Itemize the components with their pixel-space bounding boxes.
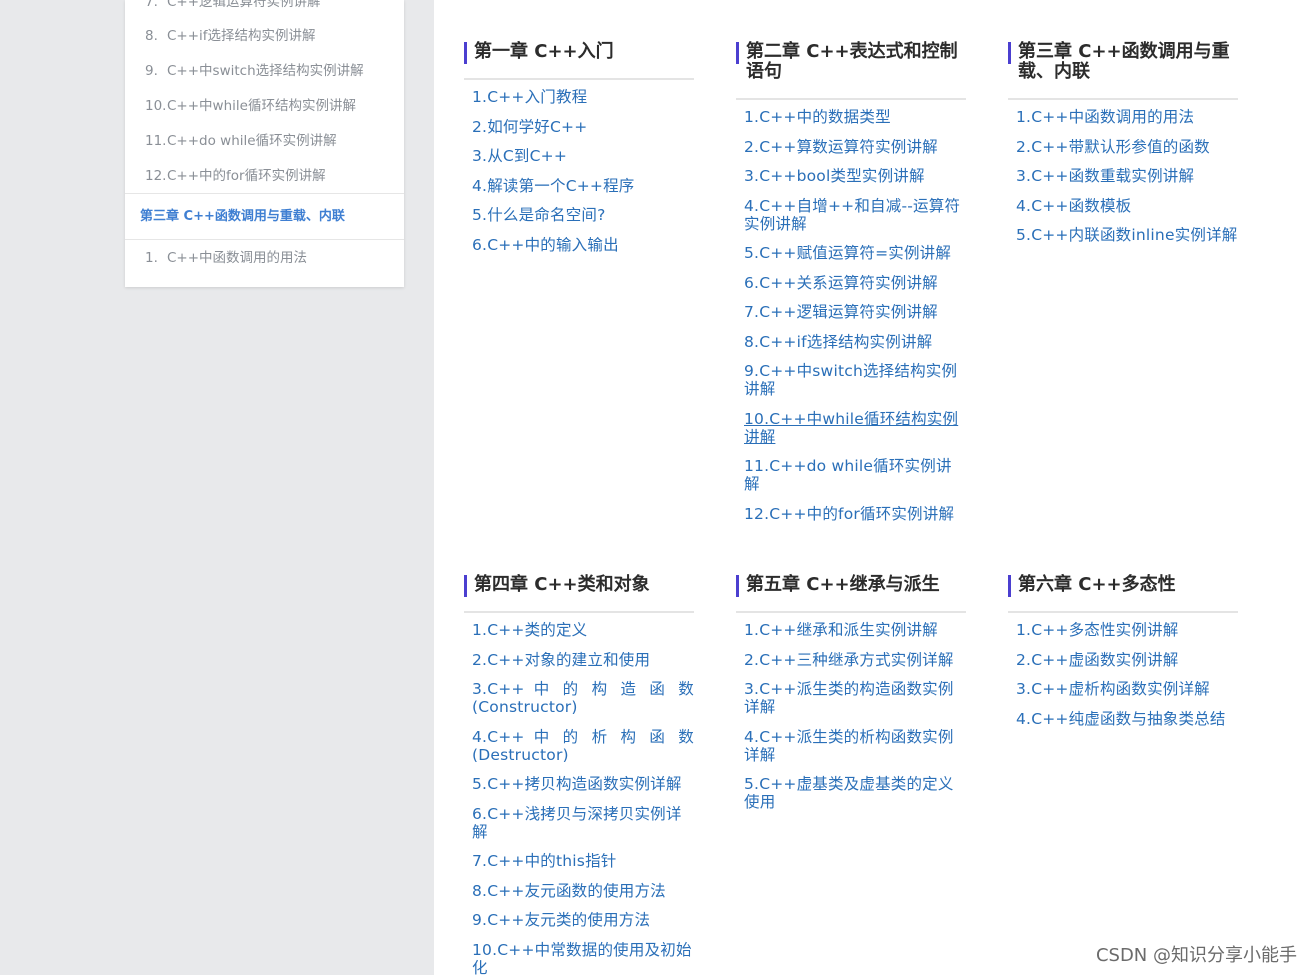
sidebar-toc: 7. C++逻辑运算符实例讲解 8. C++if选择结构实例讲解 9. C++中swi… xyxy=(125,0,404,287)
sidebar-item[interactable]: 1. C++中函数调用的用法 xyxy=(145,249,307,267)
chapter-link[interactable]: 12.C++中的for循环实例讲解 xyxy=(744,505,966,523)
sidebar-divider xyxy=(125,193,404,194)
chapter-card: 第三章 C++函数调用与重载、内联 1.C++中函数调用的用法 2.C++带默认… xyxy=(1008,42,1238,256)
chapter-link-list: 1.C++中的数据类型 2.C++算数运算符实例讲解 3.C++bool类型实例… xyxy=(736,100,966,523)
chapter-link[interactable]: 5.C++拷贝构造函数实例详解 xyxy=(472,775,694,793)
chapter-title: 第三章 C++函数调用与重载、内联 xyxy=(1008,42,1238,82)
chapter-link[interactable]: 3.C++函数重载实例讲解 xyxy=(1016,167,1238,185)
chapter-link[interactable]: 6.C++浅拷贝与深拷贝实例详解 xyxy=(472,805,694,841)
chapter-link[interactable]: 8.C++if选择结构实例讲解 xyxy=(744,333,966,351)
chapter-title: 第六章 C++多态性 xyxy=(1008,575,1238,597)
chapter-title: 第五章 C++继承与派生 xyxy=(736,575,966,597)
sidebar-item[interactable]: 11.C++do while循环实例讲解 xyxy=(145,132,337,150)
csdn-watermark: CSDN @知识分享小能手 xyxy=(1095,945,1297,966)
chapter-link[interactable]: 3.C++ 中 的 构 造 函 数 (Constructor) xyxy=(472,680,694,716)
chapter-link[interactable]: 5.C++内联函数inline实例详解 xyxy=(1016,226,1238,244)
chapter-link[interactable]: 2.C++三种继承方式实例详解 xyxy=(744,651,966,669)
chapter-card: 第六章 C++多态性 1.C++多态性实例讲解 2.C++虚函数实例讲解 3.C… xyxy=(1008,575,1238,739)
sidebar-item[interactable]: 8. C++if选择结构实例讲解 xyxy=(145,27,316,45)
chapter-link[interactable]: 4.解读第一个C++程序 xyxy=(472,177,694,195)
chapter-link[interactable]: 8.C++友元函数的使用方法 xyxy=(472,882,694,900)
chapter-link[interactable]: 3.从C到C++ xyxy=(472,147,694,165)
sidebar-item[interactable]: 12.C++中的for循环实例讲解 xyxy=(145,167,326,185)
sidebar-item[interactable]: 7. C++逻辑运算符实例讲解 xyxy=(145,0,321,11)
chapter-link[interactable]: 3.C++bool类型实例讲解 xyxy=(744,167,966,185)
chapter-link-list: 1.C++中函数调用的用法 2.C++带默认形参值的函数 3.C++函数重载实例… xyxy=(1008,100,1238,244)
chapter-link-list: 1.C++继承和派生实例讲解 2.C++三种继承方式实例详解 3.C++派生类的… xyxy=(736,613,966,811)
chapter-link[interactable]: 11.C++do while循环实例讲解 xyxy=(744,457,966,493)
chapter-link[interactable]: 5.什么是命名空间? xyxy=(472,206,694,224)
chapter-link[interactable]: 9.C++中switch选择结构实例讲解 xyxy=(744,362,966,398)
chapter-link-list: 1.C++多态性实例讲解 2.C++虚函数实例讲解 3.C++虚析构函数实例详解… xyxy=(1008,613,1238,728)
chapter-link[interactable]: 4.C++纯虚函数与抽象类总结 xyxy=(1016,710,1238,728)
chapter-card: 第二章 C++表达式和控制语句 1.C++中的数据类型 2.C++算数运算符实例… xyxy=(736,42,966,534)
chapter-link[interactable]: 7.C++中的this指针 xyxy=(472,852,694,870)
chapter-link[interactable]: 1.C++类的定义 xyxy=(472,621,694,639)
chapter-link[interactable]: 2.C++带默认形参值的函数 xyxy=(1016,138,1238,156)
sidebar-divider xyxy=(125,239,404,240)
chapter-card: 第四章 C++类和对象 1.C++类的定义 2.C++对象的建立和使用 3.C+… xyxy=(464,575,694,975)
chapter-card: 第五章 C++继承与派生 1.C++继承和派生实例讲解 2.C++三种继承方式实… xyxy=(736,575,966,823)
chapter-link[interactable]: 4.C++ 中 的 析 构 函 数 (Destructor) xyxy=(472,728,694,764)
chapter-link[interactable]: 9.C++友元类的使用方法 xyxy=(472,911,694,929)
chapter-link[interactable]: 5.C++虚基类及虚基类的定义使用 xyxy=(744,775,966,811)
chapter-link[interactable]: 5.C++赋值运算符=实例讲解 xyxy=(744,244,966,262)
chapter-link[interactable]: 6.C++关系运算符实例讲解 xyxy=(744,274,966,292)
chapter-link[interactable]: 10.C++中while循环结构实例讲解 xyxy=(744,410,966,446)
chapter-link[interactable]: 10.C++中常数据的使用及初始化 xyxy=(472,941,694,975)
chapter-link[interactable]: 7.C++逻辑运算符实例讲解 xyxy=(744,303,966,321)
chapter-card: 第一章 C++入门 1.C++入门教程 2.如何学好C++ 3.从C到C++ 4… xyxy=(464,42,694,265)
chapter-link[interactable]: 2.C++虚函数实例讲解 xyxy=(1016,651,1238,669)
chapter-link[interactable]: 1.C++中的数据类型 xyxy=(744,108,966,126)
chapter-link[interactable]: 2.C++对象的建立和使用 xyxy=(472,651,694,669)
chapter-grid: 第一章 C++入门 1.C++入门教程 2.如何学好C++ 3.从C到C++ 4… xyxy=(434,0,1313,975)
sidebar-item[interactable]: 10.C++中while循环结构实例讲解 xyxy=(145,97,356,115)
chapter-link[interactable]: 1.C++中函数调用的用法 xyxy=(1016,108,1238,126)
sidebar-item[interactable]: 9. C++中switch选择结构实例讲解 xyxy=(145,62,364,80)
chapter-link-list: 1.C++类的定义 2.C++对象的建立和使用 3.C++ 中 的 构 造 函 … xyxy=(464,613,694,975)
chapter-link[interactable]: 3.C++虚析构函数实例详解 xyxy=(1016,680,1238,698)
chapter-title: 第四章 C++类和对象 xyxy=(464,575,694,597)
chapter-title: 第一章 C++入门 xyxy=(464,42,694,64)
chapter-link[interactable]: 1.C++继承和派生实例讲解 xyxy=(744,621,966,639)
chapter-link[interactable]: 3.C++派生类的构造函数实例详解 xyxy=(744,680,966,716)
chapter-link[interactable]: 4.C++函数模板 xyxy=(1016,197,1238,215)
chapter-link[interactable]: 1.C++多态性实例讲解 xyxy=(1016,621,1238,639)
chapter-link[interactable]: 2.如何学好C++ xyxy=(472,118,694,136)
chapter-link[interactable]: 6.C++中的输入输出 xyxy=(472,236,694,254)
chapter-link-list: 1.C++入门教程 2.如何学好C++ 3.从C到C++ 4.解读第一个C++程… xyxy=(464,80,694,254)
chapter-link[interactable]: 4.C++自增++和自减--运算符实例讲解 xyxy=(744,197,966,233)
sidebar-chapter-heading[interactable]: 第三章 C++函数调用与重载、内联 xyxy=(140,208,345,226)
chapter-link[interactable]: 2.C++算数运算符实例讲解 xyxy=(744,138,966,156)
chapter-link[interactable]: 1.C++入门教程 xyxy=(472,88,694,106)
chapter-title: 第二章 C++表达式和控制语句 xyxy=(736,42,966,82)
chapter-link[interactable]: 4.C++派生类的析构函数实例详解 xyxy=(744,728,966,764)
